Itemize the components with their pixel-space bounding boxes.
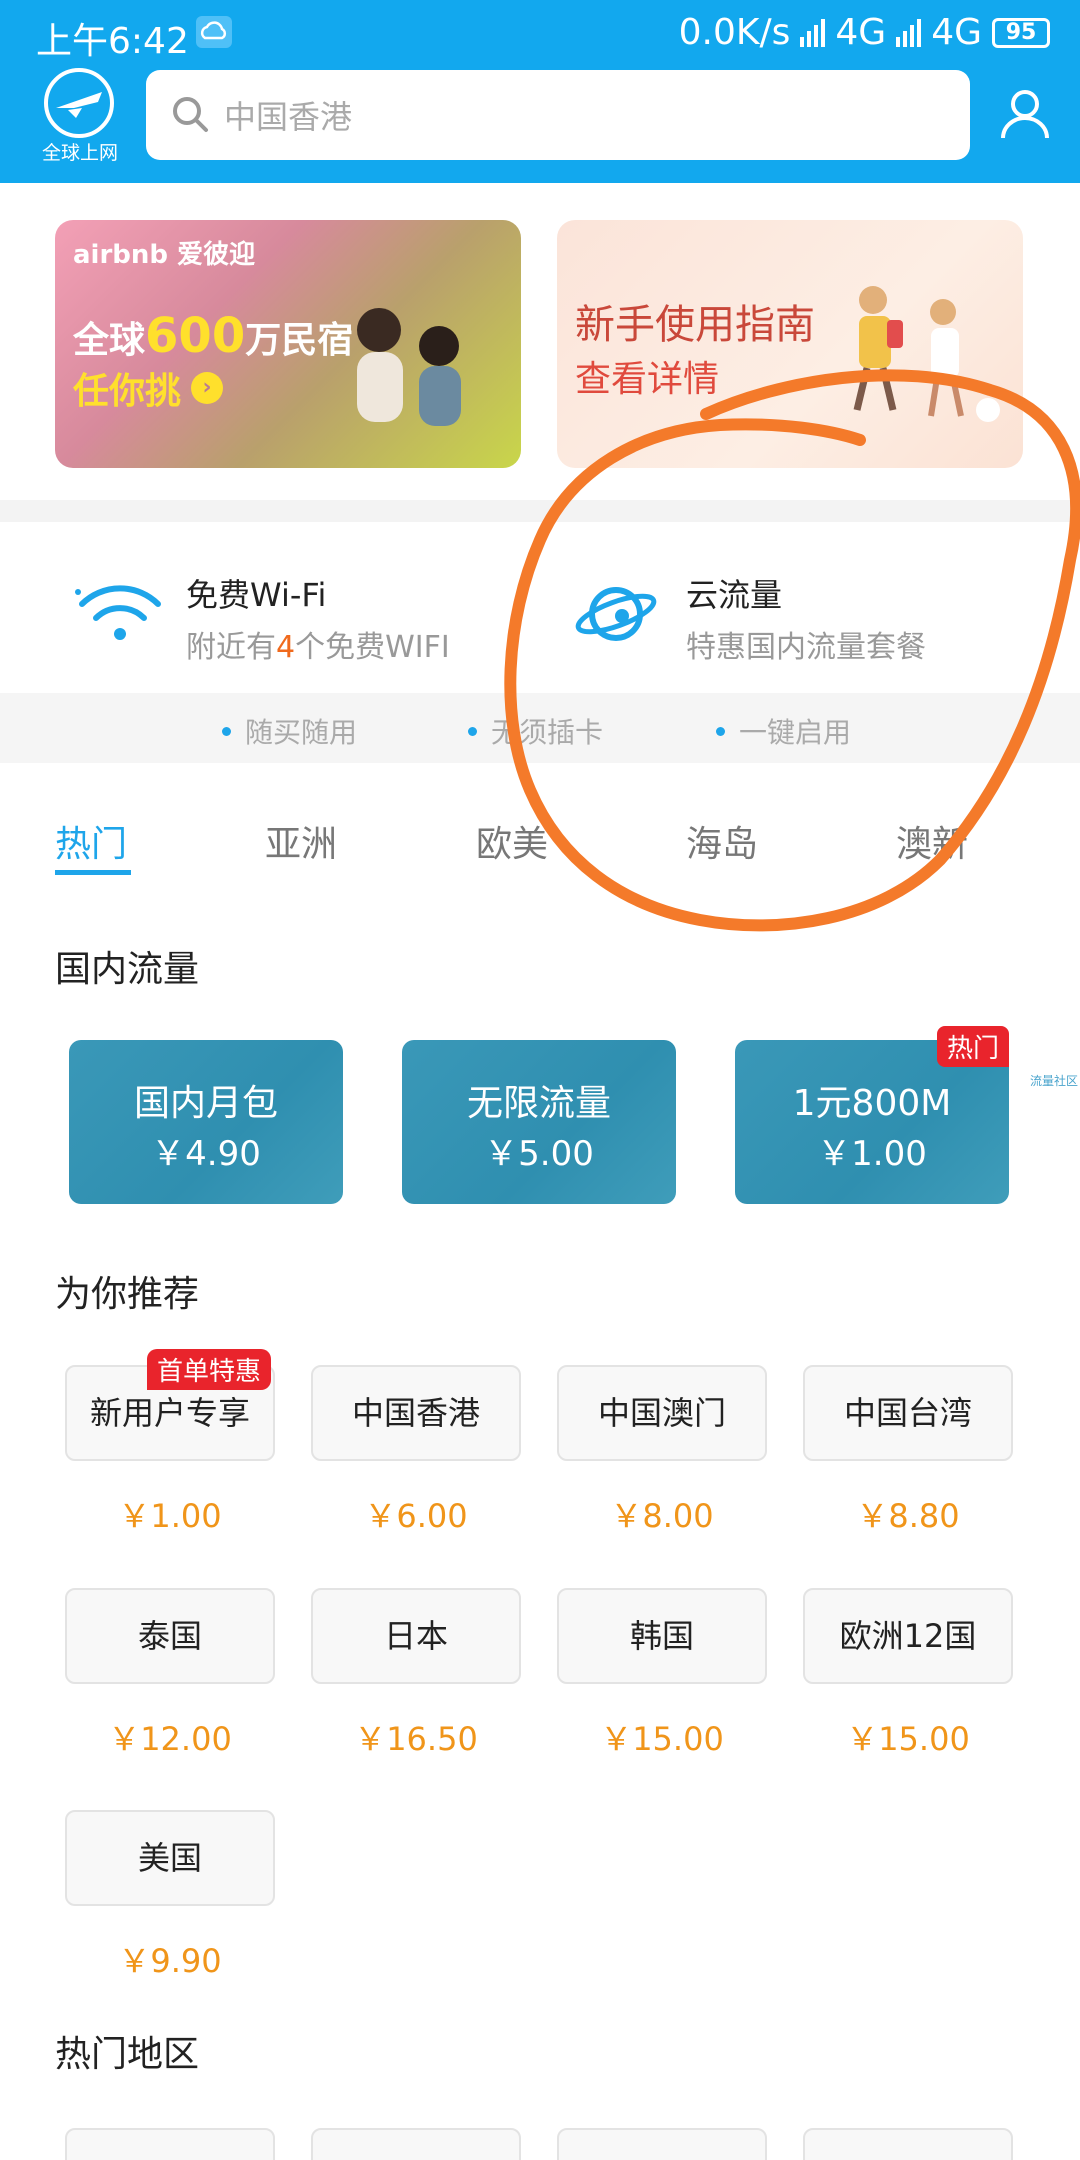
status-time: 上午6:42 (36, 21, 189, 62)
app-logo[interactable]: 全球上网 (34, 68, 124, 168)
bullet-icon (222, 726, 231, 736)
recommend-button[interactable]: 泰国 (65, 1588, 275, 1684)
cloud-subtitle: 特惠国内流量套餐 (686, 630, 926, 665)
search-placeholder: 中国香港 (224, 98, 353, 136)
status-indicators: 0.0K/s 4G 4G 95 (679, 12, 1050, 53)
cloud-data-entry[interactable]: 云流量 特惠国内流量套餐 (570, 560, 990, 680)
battery-indicator: 95 (992, 17, 1050, 48)
bullet-icon (468, 726, 477, 736)
hot-regions-section-title: 热门地区 (55, 2034, 200, 2075)
recommend-button[interactable]: 日本 (311, 1588, 521, 1684)
plan-card[interactable]: 国内月包 ￥4.90 (69, 1040, 343, 1204)
recommend-price: ￥1.00 (118, 1497, 222, 1535)
recommend-button[interactable]: 韩国 (557, 1588, 767, 1684)
recommend-price: ￥15.00 (846, 1720, 970, 1758)
recommend-item[interactable]: 泰国 ￥12.00 (65, 1588, 275, 1758)
recommend-button[interactable]: 欧洲12国 (803, 1588, 1013, 1684)
feature-item: 一键启用 (716, 711, 851, 751)
section-divider (0, 500, 1080, 522)
logo-label: 全球上网 (41, 142, 118, 164)
plan-name: 1元800M (792, 1083, 952, 1124)
recommend-price: ￥8.00 (610, 1497, 714, 1535)
plan-name: 国内月包 (133, 1083, 278, 1124)
airbnb-banner[interactable]: airbnb 爱彼迎 全球600万民宿 任你挑 › (55, 220, 521, 468)
recommend-item[interactable]: 欧洲12国 ￥15.00 (803, 1588, 1013, 1758)
recommend-button[interactable]: 中国澳门 (557, 1365, 767, 1461)
recommend-button[interactable]: 中国台湾 (803, 1365, 1013, 1461)
free-wifi-entry[interactable]: 免费Wi-Fi 附近有4个免费WIFI (70, 560, 490, 680)
plan-price: ￥4.90 (151, 1134, 261, 1174)
user-profile-icon[interactable] (1000, 88, 1050, 140)
recommend-price: ￥6.00 (364, 1497, 468, 1535)
arrow-right-icon: › (191, 372, 224, 404)
cloud-notification-icon (196, 16, 232, 48)
recommend-price: ￥9.90 (118, 1942, 222, 1980)
plane-logo-icon (44, 68, 114, 138)
network-type-2: 4G (931, 12, 982, 53)
hot-badge: 热门 (936, 1026, 1009, 1067)
domestic-section-title: 国内流量 (55, 949, 200, 990)
region-button[interactable] (311, 2128, 521, 2160)
active-tab-indicator (55, 870, 131, 875)
feature-item: 随买随用 (222, 711, 357, 751)
app-header: 上午6:42 0.0K/s 4G 4G 95 全球上网 中国香港 (0, 0, 1080, 183)
recommend-price: ￥12.00 (108, 1720, 232, 1758)
recommend-section-title: 为你推荐 (55, 1274, 200, 1315)
plan-price: ￥5.00 (484, 1134, 594, 1174)
cloud-title: 云流量 (686, 576, 783, 614)
plan-card[interactable]: 热门 1元800M ￥1.00 (735, 1026, 1009, 1204)
status-bar: 上午6:42 0.0K/s 4G 4G 95 (0, 0, 1080, 68)
wifi-subtitle: 附近有4个免费WIFI (186, 630, 450, 665)
recommend-price: ￥15.00 (600, 1720, 724, 1758)
recommend-button[interactable]: 中国香港 (311, 1365, 521, 1461)
guide-banner[interactable]: 新手使用指南 查看详情 (557, 220, 1023, 468)
plan-name: 无限流量 (466, 1083, 611, 1124)
network-speed: 0.0K/s (678, 12, 791, 53)
people-photo-illustration (357, 308, 461, 426)
planet-icon (575, 587, 657, 641)
recommend-item[interactable]: 美国 ￥9.90 (65, 1810, 275, 1980)
guide-title: 新手使用指南 (575, 302, 815, 348)
airbnb-brand: airbnb 爱彼迎 (73, 240, 256, 270)
airbnb-cta: 任你挑 › (73, 362, 224, 414)
feature-item: 无须插卡 (468, 711, 603, 751)
feature-strip: 随买随用 无须插卡 一键启用 (0, 693, 1080, 763)
tab-australia-nz[interactable]: 澳新 (896, 815, 968, 867)
tab-islands[interactable]: 海岛 (686, 815, 758, 867)
tab-asia[interactable]: 亚洲 (265, 815, 337, 867)
recommend-price: ￥8.80 (856, 1497, 960, 1535)
signal-icon (800, 18, 826, 47)
recommend-price: ￥16.50 (354, 1720, 478, 1758)
wifi-title: 免费Wi-Fi (186, 576, 327, 614)
first-order-badge: 首单特惠 (147, 1349, 272, 1390)
wifi-icon (75, 585, 161, 640)
region-button[interactable] (803, 2128, 1013, 2160)
guide-subtitle: 查看详情 (575, 359, 720, 400)
region-button[interactable] (65, 2128, 275, 2160)
search-input[interactable]: 中国香港 (146, 70, 970, 160)
travelers-illustration (853, 286, 1000, 422)
plan-price: ￥1.00 (817, 1134, 927, 1174)
recommend-button[interactable]: 美国 (65, 1810, 275, 1906)
search-icon (173, 97, 208, 132)
bullet-icon (716, 726, 725, 736)
network-type-1: 4G (835, 12, 887, 53)
recommend-item[interactable]: 中国台湾 ￥8.80 (803, 1365, 1013, 1535)
tab-europe-america[interactable]: 欧美 (476, 815, 548, 867)
signal-icon-2 (896, 18, 922, 47)
side-note[interactable]: 流量社区 (1030, 1072, 1078, 1089)
recommend-item[interactable]: 中国澳门 ￥8.00 (557, 1365, 767, 1535)
recommend-item[interactable]: 中国香港 ￥6.00 (311, 1365, 521, 1535)
recommend-item[interactable]: 韩国 ￥15.00 (557, 1588, 767, 1758)
recommend-item[interactable]: 日本 ￥16.50 (311, 1588, 521, 1758)
recommend-item[interactable]: 新用户专享 首单特惠 ￥1.00 (65, 1349, 275, 1535)
tab-hot[interactable]: 热门 (55, 815, 127, 867)
plan-card[interactable]: 无限流量 ￥5.00 (402, 1040, 676, 1204)
region-button[interactable] (557, 2128, 767, 2160)
